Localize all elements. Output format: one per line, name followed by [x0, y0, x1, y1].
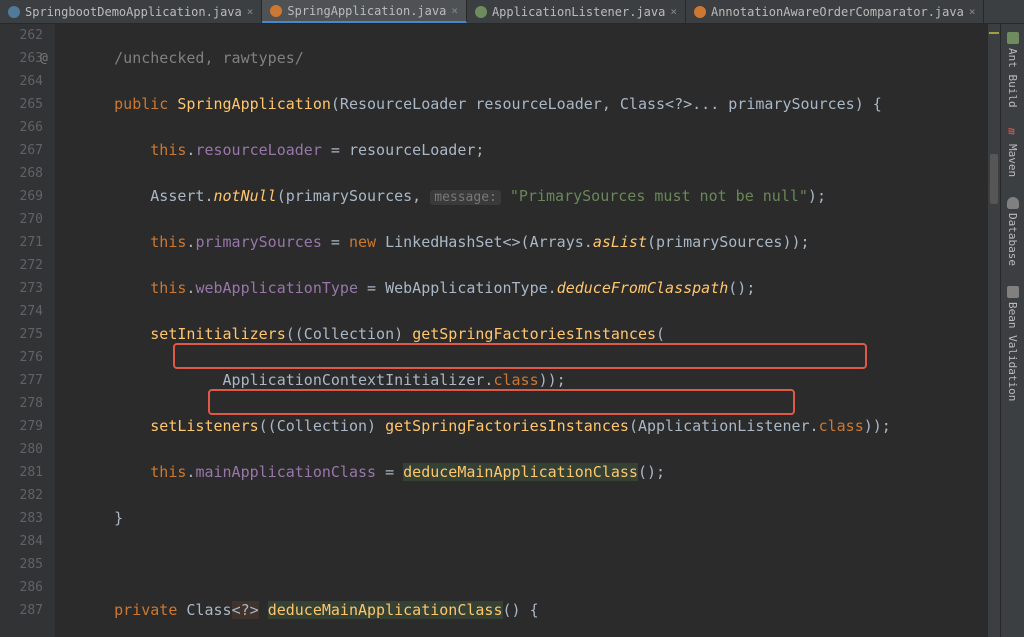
highlight-annotation-1: [173, 343, 867, 369]
editor-main-area: 262263@264265266267268269270271272273274…: [0, 24, 1024, 637]
bean-validation-icon: [1007, 286, 1019, 298]
tab-label: SpringApplication.java: [287, 4, 446, 18]
tab-file-3[interactable]: AnnotationAwareOrderComparator.java ×: [686, 0, 985, 23]
close-icon[interactable]: ×: [969, 5, 976, 18]
scrollbar-thumb[interactable]: [990, 154, 998, 204]
tab-label: ApplicationListener.java: [492, 5, 665, 19]
tab-file-0[interactable]: SpringbootDemoApplication.java ×: [0, 0, 262, 23]
tab-file-2[interactable]: ApplicationListener.java ×: [467, 0, 686, 23]
class-file-icon: [694, 6, 706, 18]
code-editor[interactable]: 262263@264265266267268269270271272273274…: [0, 24, 988, 637]
tool-window-maven[interactable]: m Maven: [1006, 128, 1019, 177]
interface-file-icon: [475, 6, 487, 18]
tool-window-ant-build[interactable]: Ant Build: [1006, 32, 1019, 108]
close-icon[interactable]: ×: [451, 4, 458, 17]
tab-file-1[interactable]: SpringApplication.java ×: [262, 0, 467, 23]
maven-icon: m: [1007, 128, 1019, 140]
right-tool-window-bar: Ant Build m Maven Database Bean Validati…: [1000, 24, 1024, 637]
tab-label: AnnotationAwareOrderComparator.java: [711, 5, 964, 19]
close-icon[interactable]: ×: [247, 5, 254, 18]
class-file-icon: [270, 5, 282, 17]
tool-window-bean-validation[interactable]: Bean Validation: [1006, 286, 1019, 401]
code-content[interactable]: /unchecked, rawtypes/ public SpringAppli…: [55, 24, 988, 637]
highlight-annotation-2: [208, 389, 795, 415]
java-file-icon: [8, 6, 20, 18]
ant-icon: [1007, 32, 1019, 44]
line-number-gutter: 262263@264265266267268269270271272273274…: [0, 24, 55, 637]
tab-label: SpringbootDemoApplication.java: [25, 5, 242, 19]
vertical-scrollbar[interactable]: [988, 24, 1000, 637]
tool-window-database[interactable]: Database: [1006, 197, 1019, 266]
close-icon[interactable]: ×: [670, 5, 677, 18]
database-icon: [1007, 197, 1019, 209]
editor-tabs-bar: SpringbootDemoApplication.java × SpringA…: [0, 0, 1024, 24]
